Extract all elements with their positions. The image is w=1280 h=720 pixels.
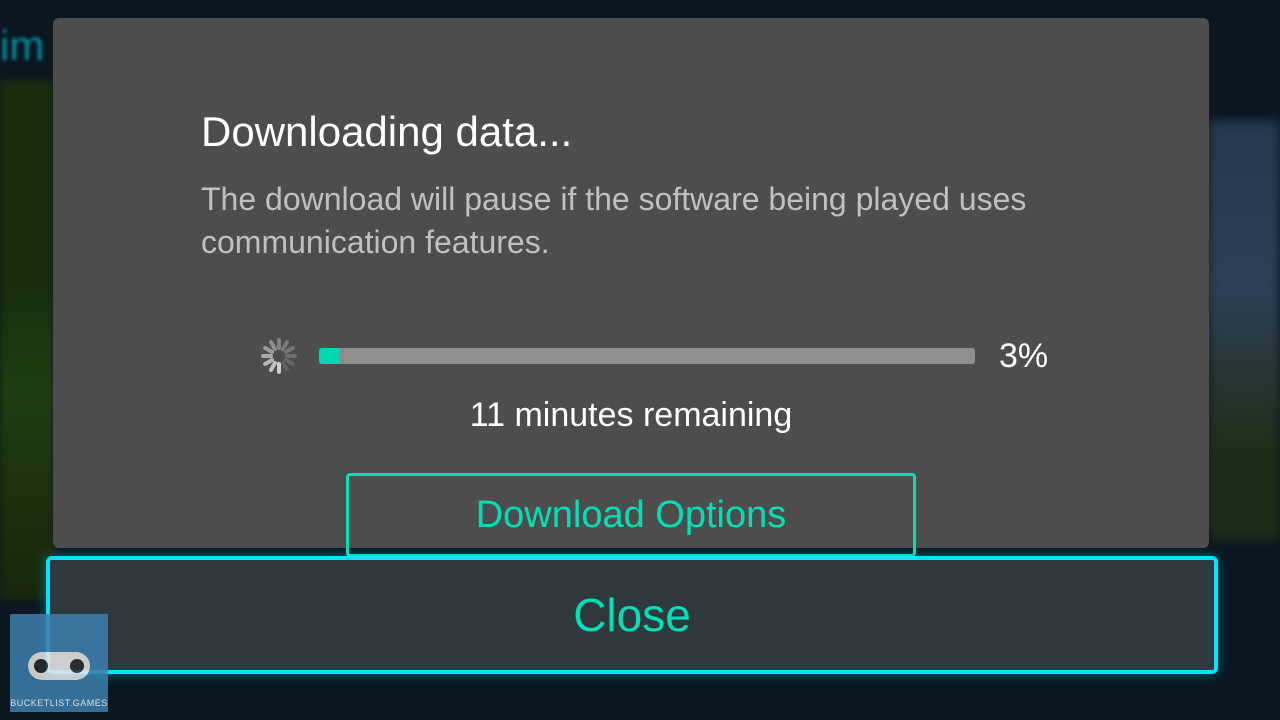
watermark-badge: BUCKETLIST.GAMES [10, 614, 108, 712]
progress-row: 3% [201, 334, 1061, 378]
dialog-subtitle: The download will pause if the software … [201, 178, 1061, 264]
dialog-title: Downloading data... [201, 108, 1061, 156]
background-game-tile-right [1208, 120, 1280, 540]
download-options-button[interactable]: Download Options [346, 473, 916, 557]
time-remaining-label: 11 minutes remaining [201, 396, 1061, 435]
progress-bar-fill [319, 348, 339, 364]
progress-bar-track [319, 348, 975, 364]
watermark-text: BUCKETLIST.GAMES [10, 698, 108, 708]
close-button[interactable]: Close [46, 556, 1218, 674]
background-game-tile-left [0, 80, 55, 600]
background-tab-fragment: im [0, 22, 44, 70]
spinner-icon [257, 334, 301, 378]
download-dialog: Downloading data... The download will pa… [53, 18, 1209, 548]
progress-percent-label: 3% [999, 337, 1061, 376]
gamepad-icon [28, 652, 90, 680]
